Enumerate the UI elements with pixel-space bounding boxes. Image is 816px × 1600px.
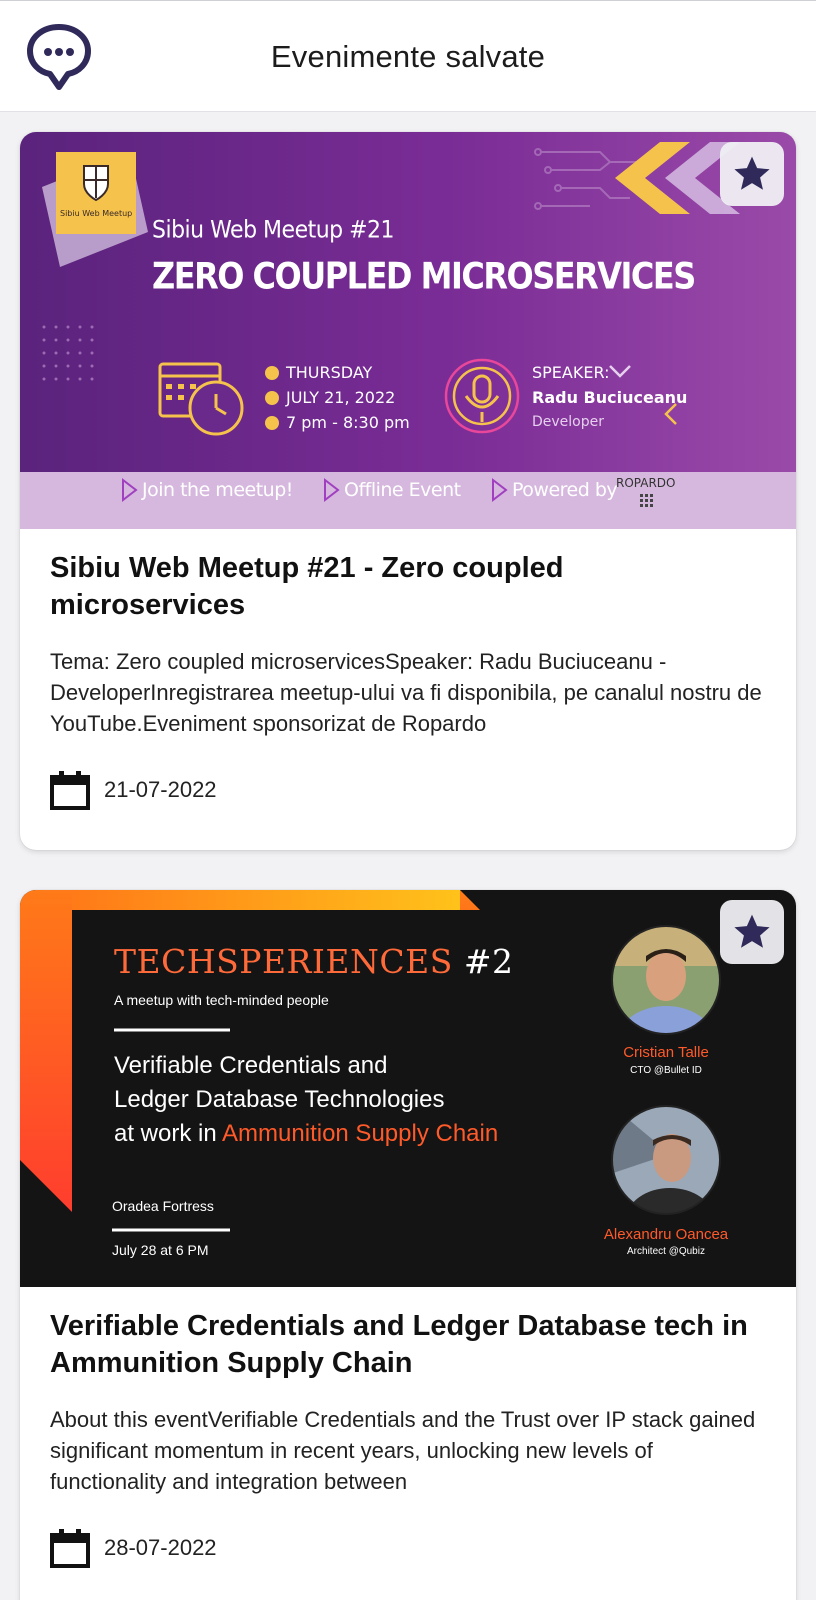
event-card[interactable]: Sibiu Web Meetup Sibiu Web Meetup #21 ZE… xyxy=(20,132,796,850)
calendar-icon xyxy=(50,1529,90,1568)
banner-location: Oradea Fortress xyxy=(112,1198,214,1214)
banner-footer-powered: Powered by xyxy=(512,479,618,501)
banner-time: 7 pm - 8:30 pm xyxy=(286,413,410,432)
event-date: 21-07-2022 xyxy=(104,777,217,802)
event-date-row: 28-07-2022 xyxy=(50,1528,217,1568)
banner-line-2: Ledger Database Technologies xyxy=(114,1086,445,1113)
event-description: Tema: Zero coupled microservicesSpeaker:… xyxy=(50,649,762,736)
star-icon xyxy=(734,914,770,948)
speaker-1-role: CTO @Bullet ID xyxy=(630,1065,702,1076)
star-icon xyxy=(734,156,770,190)
banner-footer-offline: Offline Event xyxy=(344,479,461,501)
app-bar: Evenimente salvate xyxy=(0,0,816,112)
banner-date: JULY 21, 2022 xyxy=(286,388,396,407)
event-title: Sibiu Web Meetup #21 - Zero coupled micr… xyxy=(50,552,564,621)
event-card[interactable]: TECHSPERIENCES #2 A meetup with tech-min… xyxy=(20,890,796,1600)
banner-line-3-prefix: at work in xyxy=(114,1120,223,1147)
banner-speaker-role: Developer xyxy=(532,414,605,430)
speaker-2-role: Architect @Qubiz xyxy=(627,1246,705,1257)
event-date-row: 21-07-2022 xyxy=(50,770,217,810)
banner-when: July 28 at 6 PM xyxy=(112,1242,209,1258)
speaker-1-name: Cristian Talle xyxy=(623,1044,709,1061)
banner-headline: ZERO COUPLED MICROSERVICES xyxy=(152,254,696,298)
banner-line-1: Verifiable Credentials and xyxy=(114,1052,388,1079)
ropardo-logo: ROPARDO xyxy=(616,476,676,490)
speaker-2-name: Alexandru Oancea xyxy=(603,1226,729,1243)
event-description: About this eventVerifiable Credentials a… xyxy=(50,1407,756,1494)
banner-subtitle: Sibiu Web Meetup #21 xyxy=(152,216,395,245)
calendar-icon xyxy=(50,771,90,810)
banner-speaker-name: Radu Buciuceanu xyxy=(532,388,688,407)
event-title: Verifiable Credentials and Ledger Databa… xyxy=(50,1310,748,1379)
page-title: Evenimente salvate xyxy=(270,39,546,74)
favorite-button[interactable] xyxy=(720,142,784,206)
org-logo-label: Sibiu Web Meetup xyxy=(60,209,133,218)
event-date: 28-07-2022 xyxy=(104,1535,217,1560)
banner-footer-join: Join the meetup! xyxy=(142,479,293,501)
banner-tagline: A meetup with tech-minded people xyxy=(114,992,329,1008)
techsperiences-edition: #2 xyxy=(463,942,514,981)
event-banner-image: Sibiu Web Meetup Sibiu Web Meetup #21 ZE… xyxy=(20,132,796,529)
favorite-button[interactable] xyxy=(720,900,784,964)
techsperiences-brand: TECHSPERIENCES xyxy=(114,942,453,981)
event-banner-image: TECHSPERIENCES #2 A meetup with tech-min… xyxy=(20,890,796,1287)
banner-speaker-label: SPEAKER: xyxy=(532,363,610,382)
banner-day: THURSDAY xyxy=(286,363,373,382)
banner-line-3-highlight: Ammunition Supply Chain xyxy=(222,1120,499,1147)
